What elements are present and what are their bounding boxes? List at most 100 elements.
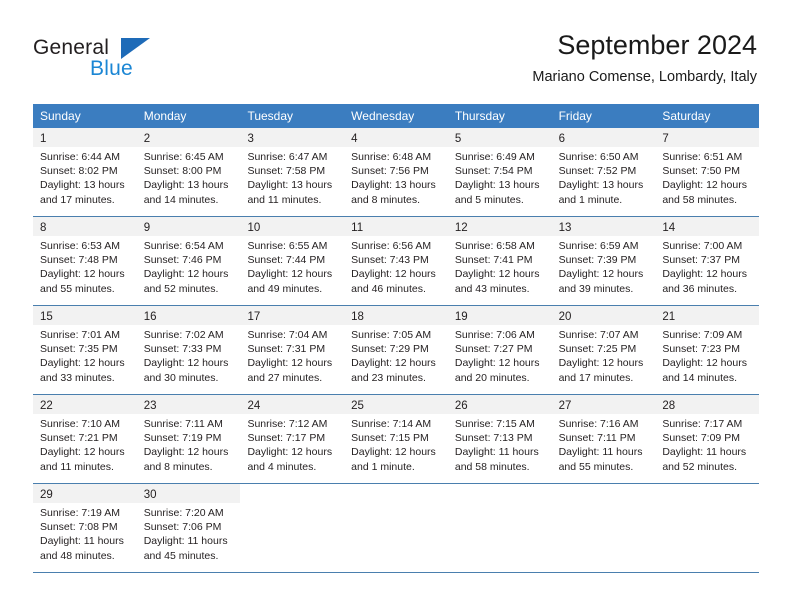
day-details: Sunrise: 6:53 AM Sunset: 7:48 PM Dayligh… bbox=[33, 236, 137, 302]
sunset-text: Sunset: 7:17 PM bbox=[247, 432, 326, 445]
calendar-day-cell[interactable]: 18 Sunrise: 7:05 AM Sunset: 7:29 PM Dayl… bbox=[344, 306, 448, 394]
calendar-day-cell[interactable]: 5 Sunrise: 6:49 AM Sunset: 7:54 PM Dayli… bbox=[447, 128, 552, 216]
calendar-day-cell[interactable]: 10 Sunrise: 6:55 AM Sunset: 7:44 PM Dayl… bbox=[240, 217, 345, 305]
day-details bbox=[344, 503, 448, 512]
sunrise-text: Sunrise: 7:14 AM bbox=[351, 418, 432, 430]
day-details: Sunrise: 7:02 AM Sunset: 7:33 PM Dayligh… bbox=[137, 325, 241, 391]
day-details: Sunrise: 6:50 AM Sunset: 7:52 PM Dayligh… bbox=[552, 147, 656, 213]
daylight-text: Daylight: 12 hours and 17 minutes. bbox=[558, 357, 644, 384]
sunrise-text: Sunrise: 6:54 AM bbox=[143, 240, 224, 252]
sunset-text: Sunset: 7:56 PM bbox=[351, 165, 429, 178]
calendar-day-cell[interactable]: 24 Sunrise: 7:12 AM Sunset: 7:17 PM Dayl… bbox=[240, 395, 345, 483]
calendar-day-cell[interactable]: 23 Sunrise: 7:11 AM Sunset: 7:19 PM Dayl… bbox=[136, 395, 241, 483]
sunset-text: Sunset: 7:46 PM bbox=[143, 254, 222, 267]
sunset-text: Sunset: 7:27 PM bbox=[454, 343, 533, 356]
calendar-day-cell[interactable]: 8 Sunrise: 6:53 AM Sunset: 7:48 PM Dayli… bbox=[33, 217, 137, 305]
daylight-text: Daylight: 12 hours and 52 minutes. bbox=[143, 268, 229, 295]
daylight-text: Daylight: 13 hours and 5 minutes. bbox=[454, 179, 540, 206]
daylight-text: Daylight: 13 hours and 8 minutes. bbox=[351, 179, 436, 206]
day-number-bar: 30 bbox=[136, 484, 241, 503]
calendar-day-cell[interactable]: 28 Sunrise: 7:17 AM Sunset: 7:09 PM Dayl… bbox=[655, 395, 760, 483]
daylight-text: Daylight: 12 hours and 46 minutes. bbox=[351, 268, 436, 295]
calendar-day-cell[interactable]: 7 Sunrise: 6:51 AM Sunset: 7:50 PM Dayli… bbox=[655, 128, 760, 216]
calendar-day-cell[interactable]: 15 Sunrise: 7:01 AM Sunset: 7:35 PM Dayl… bbox=[33, 306, 137, 394]
sunset-text: Sunset: 7:37 PM bbox=[662, 254, 740, 267]
calendar-day-cell[interactable]: 25 Sunrise: 7:14 AM Sunset: 7:15 PM Dayl… bbox=[344, 395, 448, 483]
day-number-bar: 2 bbox=[136, 128, 241, 147]
calendar-day-cell-empty bbox=[551, 484, 656, 572]
calendar-day-cell[interactable]: 14 Sunrise: 7:00 AM Sunset: 7:37 PM Dayl… bbox=[655, 217, 760, 305]
day-number-bar: 13 bbox=[551, 217, 656, 236]
page-subtitle: Mariano Comense, Lombardy, Italy bbox=[532, 69, 757, 85]
day-number-bar: 11 bbox=[344, 217, 448, 236]
calendar-day-cell[interactable]: 20 Sunrise: 7:07 AM Sunset: 7:25 PM Dayl… bbox=[551, 306, 656, 394]
day-number-bar: 19 bbox=[447, 306, 552, 325]
calendar-week-row: 29 Sunrise: 7:19 AM Sunset: 7:08 PM Dayl… bbox=[33, 483, 760, 573]
brand-name-general: General bbox=[33, 36, 110, 59]
day-number-bar: 16 bbox=[136, 306, 241, 325]
sunset-text: Sunset: 7:09 PM bbox=[662, 432, 740, 445]
day-details: Sunrise: 7:16 AM Sunset: 7:11 PM Dayligh… bbox=[552, 414, 656, 480]
day-number-bar: 14 bbox=[655, 217, 760, 236]
calendar-day-cell[interactable]: 29 Sunrise: 7:19 AM Sunset: 7:08 PM Dayl… bbox=[33, 484, 137, 572]
sunset-text: Sunset: 7:50 PM bbox=[662, 165, 740, 178]
daylight-text: Daylight: 11 hours and 48 minutes. bbox=[40, 535, 124, 562]
weekday-header-row: Sunday Monday Tuesday Wednesday Thursday… bbox=[33, 104, 759, 128]
daylight-text: Daylight: 12 hours and 43 minutes. bbox=[454, 268, 540, 295]
calendar-day-cell[interactable]: 30 Sunrise: 7:20 AM Sunset: 7:06 PM Dayl… bbox=[136, 484, 241, 572]
day-number: 4 bbox=[351, 133, 358, 145]
day-details: Sunrise: 7:17 AM Sunset: 7:09 PM Dayligh… bbox=[655, 414, 759, 480]
day-number: 30 bbox=[143, 489, 157, 501]
day-details: Sunrise: 7:12 AM Sunset: 7:17 PM Dayligh… bbox=[240, 414, 344, 480]
calendar-day-cell[interactable]: 22 Sunrise: 7:10 AM Sunset: 7:21 PM Dayl… bbox=[33, 395, 137, 483]
calendar-day-cell[interactable]: 3 Sunrise: 6:47 AM Sunset: 7:58 PM Dayli… bbox=[240, 128, 345, 216]
day-number: 15 bbox=[40, 311, 53, 323]
calendar-day-cell[interactable]: 1 Sunrise: 6:44 AM Sunset: 8:02 PM Dayli… bbox=[33, 128, 137, 216]
day-number-bar: 6 bbox=[551, 128, 656, 147]
day-number: 26 bbox=[454, 400, 468, 412]
sunset-text: Sunset: 7:48 PM bbox=[40, 254, 118, 267]
sunrise-text: Sunrise: 7:01 AM bbox=[40, 329, 120, 341]
brand-logo[interactable]: General Blue bbox=[33, 36, 253, 86]
day-number-bar bbox=[655, 484, 759, 503]
day-number: 16 bbox=[143, 311, 157, 323]
day-number: 2 bbox=[143, 133, 151, 145]
daylight-text: Daylight: 12 hours and 8 minutes. bbox=[143, 446, 229, 473]
sunset-text: Sunset: 7:33 PM bbox=[143, 343, 222, 356]
weekday-header-tuesday: Tuesday bbox=[247, 109, 294, 123]
calendar-day-cell[interactable]: 19 Sunrise: 7:06 AM Sunset: 7:27 PM Dayl… bbox=[447, 306, 552, 394]
day-details: Sunrise: 7:14 AM Sunset: 7:15 PM Dayligh… bbox=[344, 414, 448, 480]
sunset-text: Sunset: 7:23 PM bbox=[662, 343, 740, 356]
day-details: Sunrise: 6:51 AM Sunset: 7:50 PM Dayligh… bbox=[655, 147, 759, 213]
calendar-day-cell[interactable]: 12 Sunrise: 6:58 AM Sunset: 7:41 PM Dayl… bbox=[447, 217, 552, 305]
calendar-day-cell[interactable]: 27 Sunrise: 7:16 AM Sunset: 7:11 PM Dayl… bbox=[551, 395, 656, 483]
day-number: 7 bbox=[662, 133, 669, 145]
calendar-day-cell[interactable]: 21 Sunrise: 7:09 AM Sunset: 7:23 PM Dayl… bbox=[655, 306, 760, 394]
sunset-text: Sunset: 7:13 PM bbox=[454, 432, 533, 445]
calendar-day-cell[interactable]: 17 Sunrise: 7:04 AM Sunset: 7:31 PM Dayl… bbox=[240, 306, 345, 394]
calendar-day-cell[interactable]: 13 Sunrise: 6:59 AM Sunset: 7:39 PM Dayl… bbox=[551, 217, 656, 305]
daylight-text: Daylight: 12 hours and 1 minute. bbox=[351, 446, 436, 473]
sunset-text: Sunset: 7:08 PM bbox=[40, 521, 118, 534]
weekday-header-monday: Monday bbox=[143, 109, 187, 123]
calendar-day-cell[interactable]: 4 Sunrise: 6:48 AM Sunset: 7:56 PM Dayli… bbox=[344, 128, 448, 216]
calendar-day-cell[interactable]: 26 Sunrise: 7:15 AM Sunset: 7:13 PM Dayl… bbox=[447, 395, 552, 483]
daylight-text: Daylight: 11 hours and 55 minutes. bbox=[558, 446, 643, 473]
calendar-day-cell[interactable]: 2 Sunrise: 6:45 AM Sunset: 8:00 PM Dayli… bbox=[136, 128, 241, 216]
calendar-day-cell[interactable]: 11 Sunrise: 6:56 AM Sunset: 7:43 PM Dayl… bbox=[344, 217, 448, 305]
day-number: 29 bbox=[40, 489, 53, 501]
calendar-day-cell[interactable]: 16 Sunrise: 7:02 AM Sunset: 7:33 PM Dayl… bbox=[136, 306, 241, 394]
daylight-text: Daylight: 12 hours and 11 minutes. bbox=[40, 446, 125, 473]
day-details: Sunrise: 6:47 AM Sunset: 7:58 PM Dayligh… bbox=[240, 147, 344, 213]
calendar-day-cell[interactable]: 9 Sunrise: 6:54 AM Sunset: 7:46 PM Dayli… bbox=[136, 217, 241, 305]
day-details: Sunrise: 6:54 AM Sunset: 7:46 PM Dayligh… bbox=[137, 236, 241, 302]
calendar-day-cell[interactable]: 6 Sunrise: 6:50 AM Sunset: 7:52 PM Dayli… bbox=[551, 128, 656, 216]
day-number-bar: 24 bbox=[240, 395, 345, 414]
daylight-text: Daylight: 13 hours and 17 minutes. bbox=[40, 179, 125, 206]
calendar-week-row: 1 Sunrise: 6:44 AM Sunset: 8:02 PM Dayli… bbox=[33, 128, 760, 216]
calendar-day-cell-empty bbox=[655, 484, 760, 572]
daylight-text: Daylight: 11 hours and 45 minutes. bbox=[143, 535, 228, 562]
sunset-text: Sunset: 7:11 PM bbox=[558, 432, 636, 445]
daylight-text: Daylight: 12 hours and 20 minutes. bbox=[454, 357, 540, 384]
day-details: Sunrise: 7:07 AM Sunset: 7:25 PM Dayligh… bbox=[552, 325, 656, 391]
